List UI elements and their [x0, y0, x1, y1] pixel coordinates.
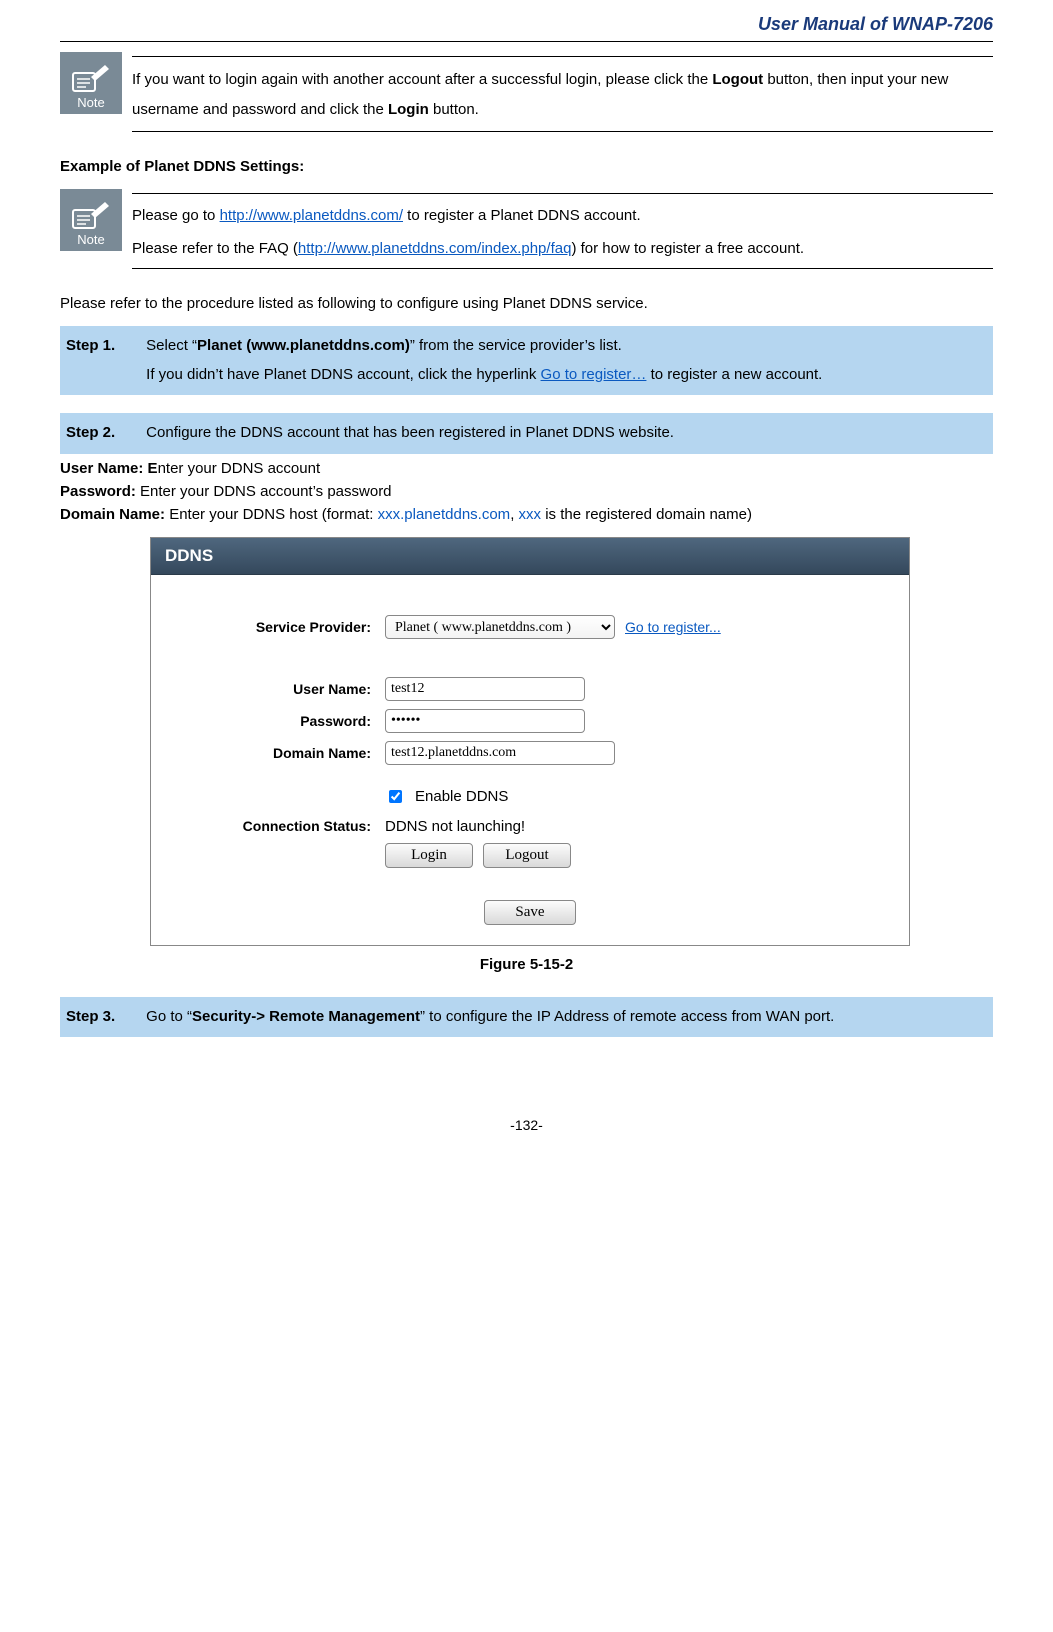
row-user-name: User Name:	[171, 677, 889, 701]
note-icon-label: Note	[77, 95, 104, 110]
label-password: Password:	[171, 713, 385, 729]
step3-label: Step 3.	[66, 1003, 142, 1032]
note2-line2: Please refer to the FAQ (http://www.plan…	[132, 235, 993, 262]
note2-line1: Please go to http://www.planetddns.com/ …	[132, 202, 993, 229]
note1-login-word: Login	[388, 101, 429, 118]
page-number: -132-	[60, 1117, 993, 1133]
header-divider	[60, 41, 993, 42]
label-connection-status: Connection Status:	[171, 818, 385, 834]
step1-r2b: to register a new account.	[646, 366, 822, 383]
planetddns-home-link[interactable]: http://www.planetddns.com/	[220, 207, 403, 224]
param-domain-before: Enter your DDNS host (format:	[165, 506, 378, 523]
note-icon-label: Note	[77, 232, 104, 247]
note2-l2b: ) for how to register a free account.	[571, 240, 804, 257]
connection-status-value: DDNS not launching!	[385, 818, 525, 835]
note2-l1b: to register a Planet DDNS account.	[403, 207, 641, 224]
row-connection-status: Connection Status: DDNS not launching!	[171, 818, 889, 835]
step3-bar: Step 3. Go to “Security-> Remote Managem…	[60, 997, 993, 1038]
step3-bold: Security-> Remote Management	[192, 1008, 420, 1025]
step3-before: Go to “	[146, 1008, 192, 1025]
note-pencil-icon	[71, 202, 111, 232]
step2-label: Step 2.	[66, 419, 142, 448]
param-domain-xxx: xxx	[519, 506, 542, 523]
intro-paragraph: Please refer to the procedure listed as …	[60, 295, 993, 312]
step3-after: ” to configure the IP Address of remote …	[420, 1008, 834, 1025]
save-button[interactable]: Save	[484, 900, 576, 925]
note1-top-rule	[132, 56, 993, 57]
label-service-provider: Service Provider:	[171, 619, 385, 635]
example-heading: Example of Planet DDNS Settings:	[60, 158, 993, 175]
row-service-provider: Service Provider: Planet ( www.planetddn…	[171, 615, 889, 639]
param-password-text: Enter your DDNS account’s password	[136, 483, 392, 500]
row-enable-ddns: Enable DDNS	[385, 787, 889, 806]
ddns-panel: DDNS Service Provider: Planet ( www.plan…	[150, 537, 910, 946]
note2-top-rule	[132, 193, 993, 194]
step1-bar: Step 1. Select “Planet (www.planetddns.c…	[60, 326, 993, 395]
param-username-rest: nter your DDNS account	[158, 460, 321, 477]
step1-label: Step 1.	[66, 332, 142, 361]
label-user-name: User Name:	[171, 681, 385, 697]
param-domain-format: xxx.planetddns.com	[378, 506, 511, 523]
go-to-register-text-link[interactable]: Go to register…	[541, 366, 647, 383]
note1-bottom-rule	[132, 131, 993, 132]
param-username-label: User Name:	[60, 460, 148, 477]
note1-t1: If you want to login again with another …	[132, 71, 712, 88]
enable-ddns-checkbox[interactable]	[389, 790, 402, 803]
param-username-e: E	[148, 460, 158, 477]
note1-text: If you want to login again with another …	[132, 65, 993, 125]
user-name-input[interactable]	[385, 677, 585, 701]
note-icon: Note	[60, 52, 122, 114]
note-block-1: Note If you want to login again with ano…	[60, 52, 993, 140]
note1-logout-word: Logout	[712, 71, 763, 88]
login-button[interactable]: Login	[385, 843, 473, 868]
row-domain-name: Domain Name:	[171, 741, 889, 765]
param-domain: Domain Name: Enter your DDNS host (forma…	[60, 506, 993, 523]
planetddns-faq-link[interactable]: http://www.planetddns.com/index.php/faq	[298, 240, 572, 257]
step3-content: Go to “Security-> Remote Management” to …	[146, 1003, 985, 1032]
note1-t3: button.	[429, 101, 479, 118]
step2-bar: Step 2. Configure the DDNS account that …	[60, 413, 993, 454]
doc-header-title: User Manual of WNAP-7206	[60, 0, 993, 41]
step2-content: Configure the DDNS account that has been…	[146, 419, 985, 448]
step1-r2a: If you didn’t have Planet DDNS account, …	[146, 366, 540, 383]
label-domain-name: Domain Name:	[171, 745, 385, 761]
service-provider-select[interactable]: Planet ( www.planetddns.com )	[385, 615, 615, 639]
figure-caption: Figure 5-15-2	[60, 956, 993, 973]
step1-content: Select “Planet (www.planetddns.com)” fro…	[146, 332, 985, 389]
password-input[interactable]	[385, 709, 585, 733]
login-logout-row: Login Logout	[385, 843, 889, 868]
step1-r1a: Select “	[146, 337, 197, 354]
row-password: Password:	[171, 709, 889, 733]
note-pencil-icon	[71, 65, 111, 95]
note2-bottom-rule	[132, 268, 993, 269]
ddns-panel-title: DDNS	[151, 538, 909, 575]
step1-r1bold: Planet (www.planetddns.com)	[197, 337, 410, 354]
param-password: Password: Enter your DDNS account’s pass…	[60, 483, 993, 500]
note-block-2: Note Please go to http://www.planetddns.…	[60, 189, 993, 277]
step1-r1b: ” from the service provider’s list.	[410, 337, 622, 354]
note2-l2a: Please refer to the FAQ (	[132, 240, 298, 257]
go-to-register-link[interactable]: Go to register...	[625, 619, 721, 635]
param-domain-label: Domain Name:	[60, 506, 165, 523]
logout-button[interactable]: Logout	[483, 843, 571, 868]
domain-name-input[interactable]	[385, 741, 615, 765]
param-username: User Name: Enter your DDNS account	[60, 460, 993, 477]
param-password-label: Password:	[60, 483, 136, 500]
enable-ddns-label: Enable DDNS	[415, 788, 508, 805]
note2-l1a: Please go to	[132, 207, 220, 224]
note-icon: Note	[60, 189, 122, 251]
param-domain-mid: ,	[510, 506, 518, 523]
param-domain-after: is the registered domain name)	[541, 506, 752, 523]
